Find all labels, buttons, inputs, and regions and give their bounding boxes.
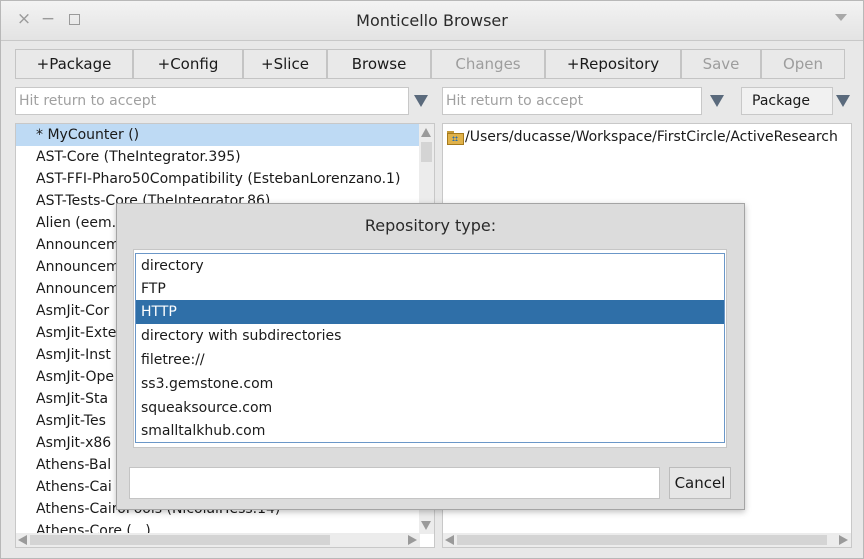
list-item[interactable]: Athens-Bal [16,454,111,476]
scroll-left-icon[interactable] [18,535,27,545]
list-item[interactable]: Athens-Cai [16,476,112,498]
list-item[interactable]: HTTP [136,300,724,324]
repository-type-dialog: Repository type: directory FTP HTTP dire… [116,203,745,510]
repository-type-list[interactable]: directory FTP HTTP directory with subdir… [133,249,727,448]
list-item[interactable]: FTP [136,277,724,301]
cancel-button[interactable]: Cancel [669,467,731,499]
repository-filter-input[interactable]: Hit return to accept [442,87,702,115]
add-config-button[interactable]: +Config [133,49,243,79]
list-item[interactable]: Announcem [16,234,120,256]
add-repository-button[interactable]: +Repository [545,49,681,79]
list-item[interactable]: Announcem [16,256,120,278]
list-item[interactable]: AsmJit-Ope [16,366,114,388]
add-package-button[interactable]: +Package [15,49,133,79]
scroll-right-icon[interactable] [839,535,848,545]
type-select-dropdown-icon[interactable] [836,95,850,107]
browse-button[interactable]: Browse [327,49,431,79]
title-bar[interactable]: × − Monticello Browser [1,1,863,41]
list-item[interactable]: ss3.gemstone.com [136,372,724,396]
window-menu-icon[interactable] [835,14,847,21]
repository-path: /Users/ducasse/Workspace/FirstCircle/Act… [465,129,838,145]
list-item[interactable]: * MyCounter () [16,124,419,146]
list-item[interactable]: AsmJit-x86 [16,432,111,454]
monticello-browser-window: × − Monticello Browser +Package +Config … [0,0,864,559]
repository-list-horizontal-scrollbar[interactable] [443,533,851,547]
package-list-horizontal-scrollbar[interactable] [16,533,420,547]
add-slice-button[interactable]: +Slice [243,49,327,79]
list-item[interactable]: AsmJit-Cor [16,300,109,322]
repository-filter-dropdown-icon[interactable] [710,95,724,107]
list-item[interactable]: AsmJit-Sta [16,388,108,410]
list-item[interactable]: directory with subdirectories [136,324,724,348]
dialog-title: Repository type: [364,216,497,235]
scroll-right-icon[interactable] [408,535,417,545]
type-select[interactable]: Package [741,87,833,115]
package-filter-dropdown-icon[interactable] [414,95,428,107]
list-item[interactable]: AST-FFI-Pharo50Compatibility (EstebanLor… [16,168,400,190]
scroll-thumb[interactable] [457,535,827,545]
list-item[interactable]: filetree:// [136,348,724,372]
scroll-left-icon[interactable] [445,535,454,545]
list-item[interactable]: Alien (eem. [16,212,116,234]
folder-icon [447,131,464,145]
list-item[interactable]: squeaksource.com [136,396,724,420]
list-item[interactable]: Announcem [16,278,120,300]
save-button[interactable]: Save [681,49,761,79]
repository-type-list-focus: directory FTP HTTP directory with subdir… [135,253,725,443]
changes-button[interactable]: Changes [431,49,545,79]
scroll-thumb[interactable] [421,142,432,162]
window-title: Monticello Browser [356,11,508,30]
list-item[interactable]: AsmJit-Exte [16,322,116,344]
list-item[interactable]: directory [136,254,724,278]
list-item[interactable]: /Users/ducasse/Workspace/FirstCircle/Act… [447,126,838,148]
package-filter-input[interactable]: Hit return to accept [15,87,409,115]
list-item[interactable]: AsmJit-Tes [16,410,106,432]
repository-type-input[interactable] [129,467,660,499]
list-item[interactable]: AST-Core (TheIntegrator.395) [16,146,241,168]
type-select-value: Package [752,93,811,109]
open-button[interactable]: Open [761,49,845,79]
list-item[interactable]: smalltalkhub.com [136,419,724,443]
list-item[interactable]: AsmJit-Inst [16,344,111,366]
scroll-thumb[interactable] [30,535,330,545]
scroll-down-icon[interactable] [421,521,431,530]
scroll-up-icon[interactable] [421,128,431,137]
